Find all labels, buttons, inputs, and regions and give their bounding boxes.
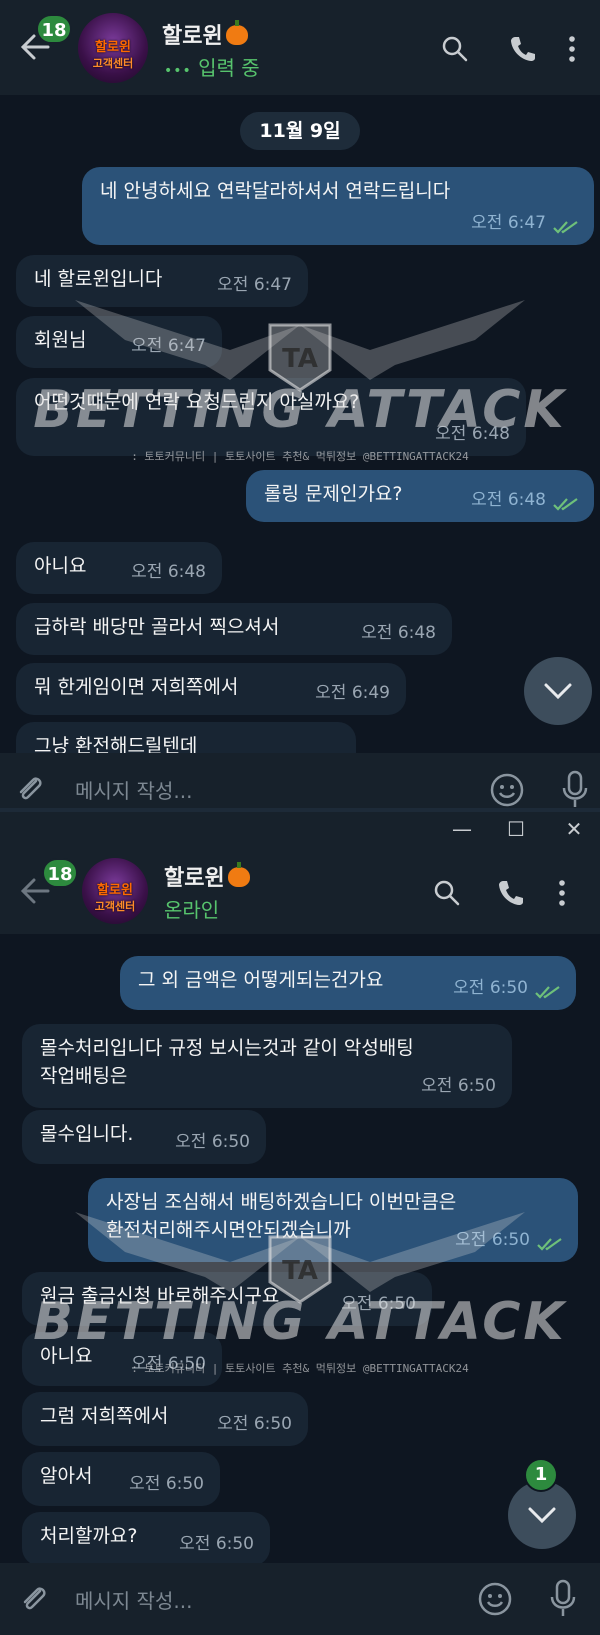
chat-window-bottom: — ☐ ✕ 18 할로윈 고객센터 할로윈 온라인 그 외 금액은 어떻게되는건… <box>0 812 600 1635</box>
double-check-icon <box>553 498 578 511</box>
double-check-icon <box>537 1238 562 1251</box>
message-time: 오전 6:48 <box>131 562 206 582</box>
maximize-button[interactable]: ☐ <box>502 816 530 842</box>
message-time: 오전 6:50 <box>129 1474 204 1494</box>
phone-icon[interactable] <box>496 878 526 908</box>
message-time: 오전 6:49 <box>315 683 390 703</box>
message-time: 오전 6:50 <box>217 1414 292 1434</box>
phone-icon[interactable] <box>508 34 538 64</box>
message-bubble[interactable]: 처리할까요? 오전 6:50 <box>22 1512 270 1566</box>
message-time: 오전 6:50 <box>179 1534 254 1554</box>
avatar[interactable]: 할로윈 고객센터 <box>78 13 148 83</box>
message-time: 오전 6:50 <box>455 1230 530 1250</box>
double-check-icon <box>553 221 578 234</box>
online-status: 온라인 <box>164 898 220 922</box>
avatar-text-line1: 할로윈 <box>97 883 133 898</box>
message-time: 오전 6:47 <box>471 213 546 233</box>
message-time: 오전 6:50 <box>421 1076 496 1096</box>
window-title-bar: — ☐ ✕ <box>0 812 600 846</box>
message-bubble[interactable]: 네 안녕하세요 연락달라하셔서 연락드립니다 오전 6:47 <box>82 167 594 245</box>
close-button[interactable]: ✕ <box>560 816 588 842</box>
message-time: 오전 6:47 <box>217 275 292 295</box>
watermark-logo-text: TA <box>282 344 318 374</box>
avatar-text-line2: 고객센터 <box>94 900 136 913</box>
message-text-line1: 사장님 조심해서 배팅하겠습니다 이번만큼은 <box>106 1191 457 1213</box>
message-text: 네 할로윈입니다 <box>34 268 163 290</box>
double-check-icon <box>535 986 560 999</box>
contact-name[interactable]: 할로윈 <box>164 860 250 892</box>
message-text: 네 안녕하세요 연락달라하셔서 연락드립니다 <box>100 180 451 202</box>
unread-badge: 18 <box>36 14 72 44</box>
message-text: 몰수입니다. <box>40 1123 134 1145</box>
mic-icon[interactable] <box>548 1578 578 1618</box>
message-bubble[interactable]: 몰수입니다. 오전 6:50 <box>22 1110 266 1164</box>
attach-icon[interactable] <box>16 1581 52 1617</box>
message-text: 원금 출금신청 바로해주시구요 <box>40 1285 280 1307</box>
minimize-button[interactable]: — <box>448 816 476 842</box>
message-text-line1: 몰수처리입니다 규정 보시는것과 같이 악성배팅 <box>40 1037 414 1059</box>
pumpkin-icon <box>227 862 250 887</box>
new-messages-badge: 1 <box>524 1458 558 1492</box>
message-bubble[interactable]: 네 할로윈입니다 오전 6:47 <box>16 255 308 307</box>
unread-badge: 18 <box>42 858 78 888</box>
message-bubble[interactable]: 어떤것때문에 연락 요청드린지 아실까요? 오전 6:48 <box>16 378 526 456</box>
message-text: 급하락 배당만 골라서 찍으셔서 <box>34 616 280 638</box>
message-text: 그 외 금액은 어떻게되는건가요 <box>138 969 384 991</box>
message-text: 그럼 저희쪽에서 <box>40 1405 169 1427</box>
chat-header: 18 할로윈 고객센터 할로윈 ••• 입력 중 <box>0 0 600 95</box>
message-bubble[interactable]: 아니요 오전 6:50 <box>22 1332 222 1386</box>
chevron-down-icon <box>544 683 572 700</box>
message-text: 아니요 <box>34 555 87 577</box>
message-time: 오전 6:48 <box>435 424 510 444</box>
message-input[interactable]: 메시지 작성... <box>75 775 192 804</box>
scroll-down-button[interactable] <box>524 657 592 725</box>
message-input[interactable]: 메시지 작성... <box>75 1585 192 1614</box>
message-bubble[interactable]: 사장님 조심해서 배팅하겠습니다 이번만큼은 환전처리해주시면안되겠습니까 오전… <box>88 1178 578 1262</box>
emoji-icon[interactable] <box>488 771 526 809</box>
search-icon[interactable] <box>432 878 462 908</box>
message-bubble[interactable]: 그럼 저희쪽에서 오전 6:50 <box>22 1392 308 1446</box>
avatar[interactable]: 할로윈 고객센터 <box>82 858 148 924</box>
message-bubble[interactable]: 롤링 문제인가요? 오전 6:48 <box>246 470 594 522</box>
message-text: 뭐 한게임이면 저희쪽에서 <box>34 676 239 698</box>
message-bubble[interactable]: 몰수처리입니다 규정 보시는것과 같이 악성배팅 작업배팅은 오전 6:50 <box>22 1024 512 1108</box>
mic-icon[interactable] <box>560 769 590 809</box>
contact-name[interactable]: 할로윈 <box>162 18 248 50</box>
message-bubble[interactable]: 아니요 오전 6:48 <box>16 542 222 594</box>
chat-window-top: 18 할로윈 고객센터 할로윈 ••• 입력 중 11월 9일 네 안녕하세요 … <box>0 0 600 812</box>
message-input-bar: 메시지 작성... <box>0 1563 600 1635</box>
pumpkin-icon <box>225 20 248 45</box>
more-vertical-icon[interactable] <box>556 878 568 908</box>
search-icon[interactable] <box>440 34 470 64</box>
message-time: 오전 6:48 <box>361 623 436 643</box>
message-bubble[interactable]: 원금 출금신청 바로해주시구요 오전 6:50 <box>22 1272 432 1326</box>
message-text: 알아서 <box>40 1465 93 1487</box>
message-bubble[interactable]: 알아서 오전 6:50 <box>22 1452 220 1506</box>
message-time: 오전 6:48 <box>471 490 546 510</box>
avatar-text-line2: 고객센터 <box>92 57 134 70</box>
message-text: 롤링 문제인가요? <box>264 483 403 505</box>
avatar-text-line1: 할로윈 <box>95 40 131 55</box>
message-time: 오전 6:47 <box>131 336 206 356</box>
message-bubble[interactable]: 그 외 금액은 어떻게되는건가요 오전 6:50 <box>120 956 576 1010</box>
date-divider: 11월 9일 <box>240 112 360 150</box>
message-time: 오전 6:50 <box>131 1354 206 1374</box>
typing-status: ••• 입력 중 <box>164 56 260 80</box>
message-input-bar: 메시지 작성... <box>0 753 600 812</box>
message-text: 어떤것때문에 연락 요청드린지 아실까요? <box>34 391 360 413</box>
message-bubble[interactable]: 급하락 배당만 골라서 찍으셔서 오전 6:48 <box>16 603 452 655</box>
message-time: 오전 6:50 <box>341 1294 416 1314</box>
message-text: 회원님 <box>34 329 87 351</box>
message-time: 오전 6:50 <box>175 1132 250 1152</box>
more-vertical-icon[interactable] <box>566 34 578 64</box>
attach-icon[interactable] <box>12 771 48 807</box>
message-text: 처리할까요? <box>40 1525 138 1547</box>
message-bubble[interactable]: 뭐 한게임이면 저희쪽에서 오전 6:49 <box>16 663 406 715</box>
message-text: 아니요 <box>40 1345 93 1367</box>
message-bubble[interactable]: 회원님 오전 6:47 <box>16 316 222 368</box>
message-time: 오전 6:50 <box>453 978 528 998</box>
emoji-icon[interactable] <box>476 1580 514 1618</box>
chat-header: 18 할로윈 고객센터 할로윈 온라인 <box>0 846 600 934</box>
